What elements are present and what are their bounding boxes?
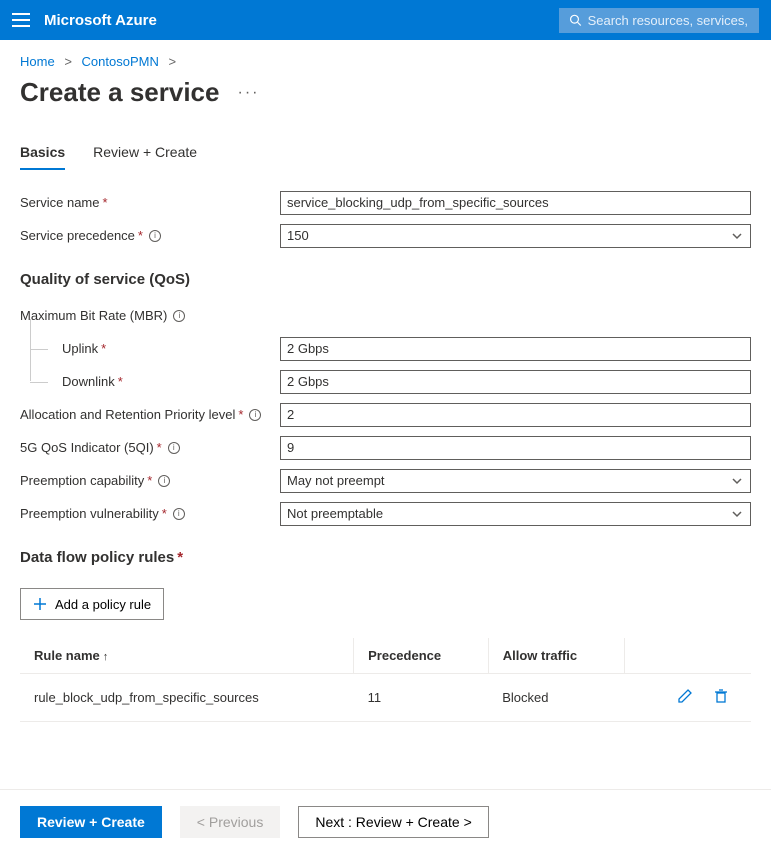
qos-heading: Quality of service (QoS)	[20, 271, 751, 288]
info-icon[interactable]: i	[249, 409, 261, 421]
required-marker: *	[238, 407, 243, 422]
tab-review[interactable]: Review + Create	[93, 144, 197, 170]
required-marker: *	[147, 473, 152, 488]
breadcrumb: Home > ContosoPMN >	[0, 40, 771, 69]
search-icon	[569, 13, 582, 27]
downlink-label: Downlink	[62, 374, 115, 389]
info-icon[interactable]: i	[168, 442, 180, 454]
form-basics: Service name* Service precedence*i Quali…	[0, 171, 771, 722]
search-box[interactable]	[559, 8, 759, 33]
col-rule-name[interactable]: Rule name↑	[20, 638, 354, 674]
search-input[interactable]	[588, 13, 749, 28]
chevron-right-icon: >	[168, 54, 176, 69]
review-create-button[interactable]: Review + Create	[20, 806, 162, 838]
required-marker: *	[102, 195, 107, 210]
menu-icon[interactable]	[12, 13, 30, 27]
required-marker: *	[157, 440, 162, 455]
fqi-label: 5G QoS Indicator (5QI)	[20, 440, 154, 455]
tab-basics[interactable]: Basics	[20, 144, 65, 170]
service-name-input[interactable]	[280, 191, 751, 215]
precedence-label: Service precedence	[20, 228, 135, 243]
plus-icon	[33, 597, 47, 611]
preempt-cap-select[interactable]	[280, 469, 751, 493]
preempt-vuln-label: Preemption vulnerability	[20, 506, 159, 521]
previous-button: < Previous	[180, 806, 281, 838]
add-rule-label: Add a policy rule	[55, 597, 151, 612]
arp-label: Allocation and Retention Priority level	[20, 407, 235, 422]
page-title: Create a service	[20, 77, 219, 108]
required-marker: *	[101, 341, 106, 356]
rules-table: Rule name↑ Precedence Allow traffic rule…	[20, 638, 751, 722]
preempt-cap-label: Preemption capability	[20, 473, 144, 488]
uplink-label: Uplink	[62, 341, 98, 356]
cell-allow: Blocked	[488, 674, 625, 722]
tab-bar: Basics Review + Create	[0, 108, 771, 171]
info-icon[interactable]: i	[149, 230, 161, 242]
breadcrumb-home[interactable]: Home	[20, 54, 55, 69]
info-icon[interactable]: i	[173, 310, 185, 322]
cell-precedence: 11	[354, 674, 489, 722]
flow-heading: Data flow policy rules	[20, 549, 174, 566]
brand-label: Microsoft Azure	[44, 12, 157, 29]
required-marker: *	[177, 549, 183, 566]
arp-input[interactable]	[280, 403, 751, 427]
info-icon[interactable]: i	[158, 475, 170, 487]
precedence-select[interactable]	[280, 224, 751, 248]
required-marker: *	[118, 374, 123, 389]
fqi-input[interactable]	[280, 436, 751, 460]
more-icon[interactable]: ···	[237, 84, 259, 102]
required-marker: *	[138, 228, 143, 243]
uplink-input[interactable]	[280, 337, 751, 361]
col-precedence[interactable]: Precedence	[354, 638, 489, 674]
chevron-right-icon: >	[64, 54, 72, 69]
footer-bar: Review + Create < Previous Next : Review…	[0, 789, 771, 854]
breadcrumb-contoso[interactable]: ContosoPMN	[82, 54, 159, 69]
next-button[interactable]: Next : Review + Create >	[298, 806, 488, 838]
col-allow-traffic[interactable]: Allow traffic	[488, 638, 625, 674]
mbr-label: Maximum Bit Rate (MBR)	[20, 308, 167, 323]
cell-rule-name: rule_block_udp_from_specific_sources	[20, 674, 354, 722]
downlink-input[interactable]	[280, 370, 751, 394]
sort-asc-icon: ↑	[103, 651, 109, 663]
preempt-vuln-select[interactable]	[280, 502, 751, 526]
service-name-label: Service name	[20, 195, 99, 210]
table-row: rule_block_udp_from_specific_sources 11 …	[20, 674, 751, 722]
required-marker: *	[162, 506, 167, 521]
info-icon[interactable]: i	[173, 508, 185, 520]
top-bar: Microsoft Azure	[0, 0, 771, 40]
delete-icon[interactable]	[713, 688, 729, 704]
edit-icon[interactable]	[677, 688, 693, 704]
add-rule-button[interactable]: Add a policy rule	[20, 588, 164, 620]
